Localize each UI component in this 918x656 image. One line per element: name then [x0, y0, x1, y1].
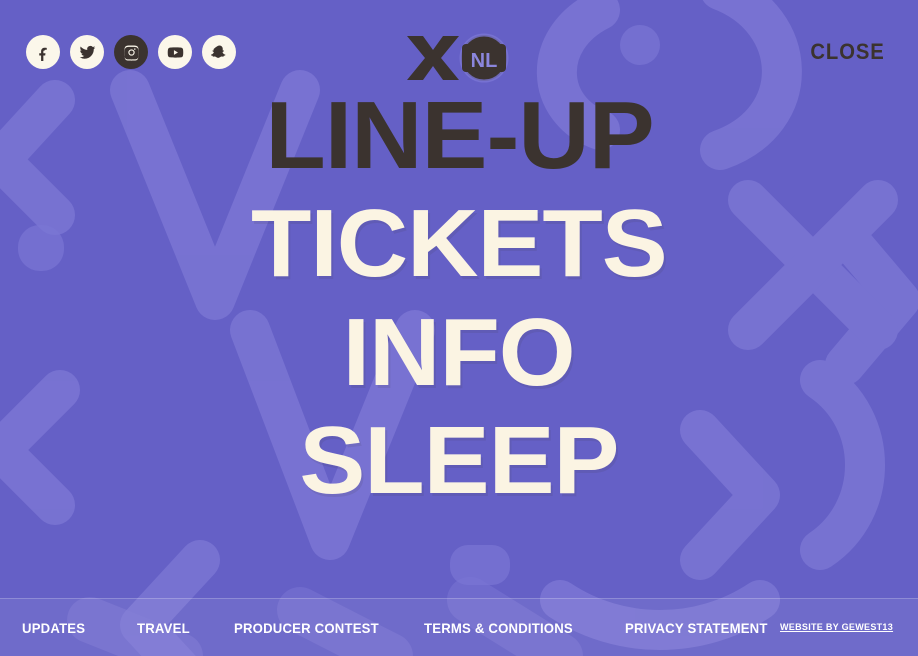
- footer-link-updates[interactable]: UPDATES: [22, 620, 85, 636]
- footer-link-privacy-statement[interactable]: PRIVACY STATEMENT: [625, 620, 768, 636]
- footer-link-travel[interactable]: TRAVEL: [137, 620, 190, 636]
- instagram-icon: [123, 44, 140, 61]
- footer-link-terms-and-conditions[interactable]: TERMS & CONDITIONS: [424, 620, 573, 636]
- social-link-instagram[interactable]: [114, 35, 148, 69]
- footer-credit[interactable]: WEBSITE BY GEWEST13: [780, 622, 893, 633]
- fullscreen-menu-overlay: NL CLOSE LINE-UP TICKETS INFO SLEEP UPDA…: [0, 0, 918, 656]
- logo-badge-text: NL: [471, 50, 498, 72]
- nav-item-tickets[interactable]: TICKETS: [251, 190, 668, 298]
- snapchat-icon: [210, 44, 228, 61]
- footer-bar: UPDATES TRAVEL PRODUCER CONTEST TERMS & …: [0, 598, 918, 656]
- social-links: [26, 35, 236, 69]
- social-link-snapchat[interactable]: [202, 35, 236, 69]
- nav-item-sleep[interactable]: SLEEP: [299, 407, 619, 515]
- nav-item-info[interactable]: INFO: [343, 299, 576, 407]
- social-link-youtube[interactable]: [158, 35, 192, 69]
- youtube-icon: [167, 44, 184, 61]
- social-link-twitter[interactable]: [70, 35, 104, 69]
- close-button[interactable]: CLOSE: [811, 39, 889, 65]
- facebook-icon: [35, 44, 52, 61]
- xo-nl-logo[interactable]: NL: [399, 28, 519, 84]
- twitter-icon: [79, 44, 96, 61]
- footer-link-producer-contest[interactable]: PRODUCER CONTEST: [234, 620, 379, 636]
- top-bar: NL CLOSE: [0, 0, 918, 104]
- social-link-facebook[interactable]: [26, 35, 60, 69]
- main-navigation: LINE-UP TICKETS INFO SLEEP: [0, 82, 918, 516]
